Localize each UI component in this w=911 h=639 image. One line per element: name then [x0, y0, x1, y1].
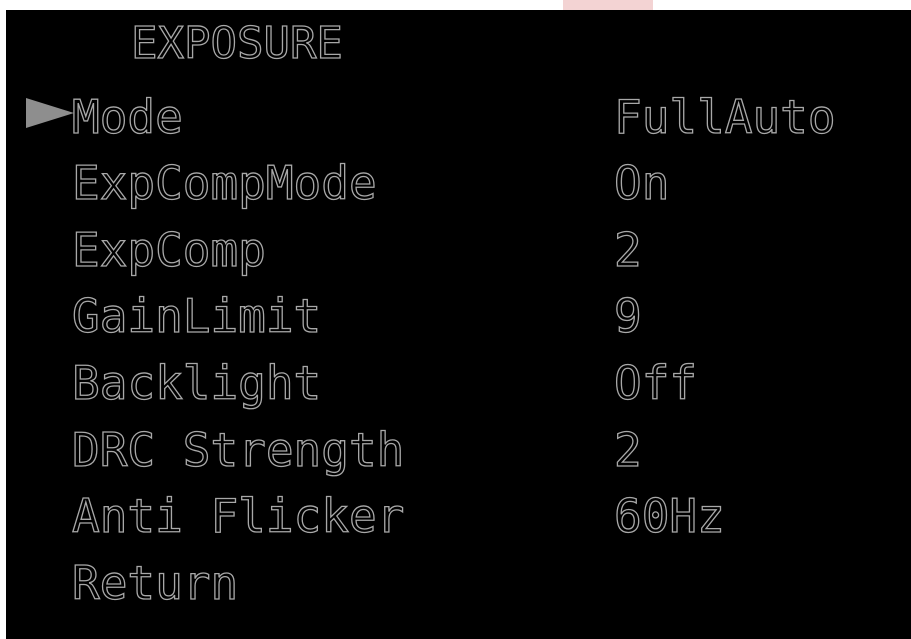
- menu-item-expcomp[interactable]: ExpComp 2: [6, 221, 911, 287]
- menu-item-label: Anti Flicker: [71, 489, 405, 543]
- right-triangle-icon: [26, 98, 74, 128]
- menu-item-label: DRC Strength: [71, 423, 405, 477]
- menu-item-label: Return: [71, 556, 239, 610]
- menu-item-value: 2: [613, 423, 642, 477]
- menu-item-value: 9: [613, 289, 642, 343]
- menu-item-return[interactable]: Return: [6, 554, 911, 620]
- menu-item-value: On: [613, 156, 670, 210]
- menu-item-mode[interactable]: Mode FullAuto: [6, 88, 911, 154]
- menu-item-value: 60Hz: [613, 489, 725, 543]
- menu-item-value: 2: [613, 223, 642, 277]
- menu-item-value: Off: [613, 356, 698, 410]
- menu-item-label: Backlight: [71, 356, 322, 410]
- menu-item-gainlimit[interactable]: GainLimit 9: [6, 287, 911, 353]
- menu-item-label: ExpComp: [71, 223, 266, 277]
- top-accent-strip: [563, 0, 653, 10]
- exposure-osd-menu: EXPOSURE Mode FullAuto ExpCompMode On Ex…: [6, 10, 911, 639]
- menu-item-expcompmode[interactable]: ExpCompMode On: [6, 154, 911, 220]
- menu-item-label: GainLimit: [71, 289, 322, 343]
- menu-item-drc-strength[interactable]: DRC Strength 2: [6, 421, 911, 487]
- menu-item-value: FullAuto: [613, 90, 836, 144]
- menu-item-label: ExpCompMode: [71, 156, 377, 210]
- menu-title: EXPOSURE: [130, 18, 343, 69]
- menu-item-label: Mode: [71, 90, 183, 144]
- menu-item-backlight[interactable]: Backlight Off: [6, 354, 911, 420]
- menu-item-anti-flicker[interactable]: Anti Flicker 60Hz: [6, 487, 911, 553]
